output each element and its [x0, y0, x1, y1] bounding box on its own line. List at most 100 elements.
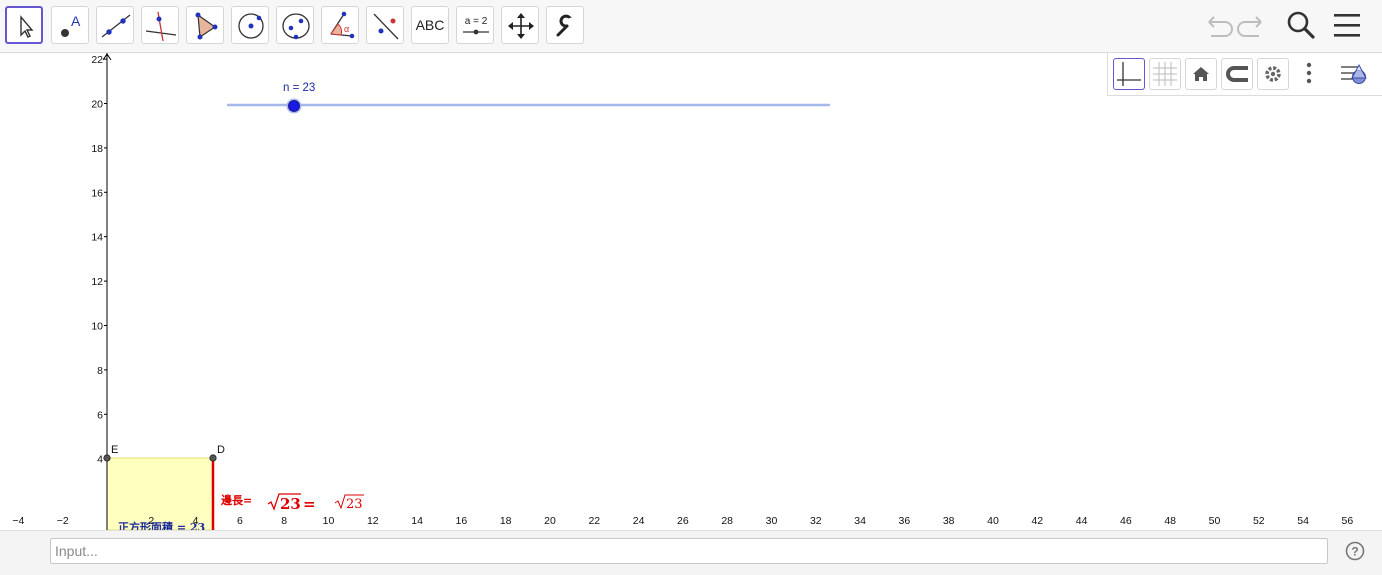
circle-center-point-icon — [238, 13, 264, 39]
reflect-about-line-icon — [373, 13, 399, 40]
svg-text:α: α — [344, 24, 349, 34]
move-arrows-icon — [508, 13, 534, 39]
y-tick-label: 16 — [91, 187, 103, 199]
x-tick-label: 52 — [1253, 515, 1265, 527]
polygon-icon — [195, 12, 218, 40]
redo-button[interactable] — [1234, 6, 1272, 44]
slider-label: n = 23 — [283, 82, 315, 94]
x-tick-label: 12 — [367, 515, 379, 527]
search-button[interactable] — [1282, 6, 1320, 44]
wrench-icon — [556, 14, 574, 37]
x-tick-label: −2 — [57, 515, 69, 527]
x-tick-label: 40 — [987, 515, 999, 527]
point-capturing-button[interactable] — [1221, 58, 1253, 90]
y-tick-label: 10 — [91, 321, 103, 333]
graphics-settings-button[interactable] — [1257, 58, 1289, 90]
point-e[interactable] — [103, 454, 111, 462]
style-bar-toggle-icon — [1341, 63, 1367, 84]
polygon-tool-button[interactable] — [186, 6, 224, 44]
main-menu-button[interactable] — [1330, 6, 1368, 44]
text-tool-button[interactable]: ABC — [411, 6, 449, 44]
axes-toggle-icon — [1117, 62, 1141, 86]
point-e-label: E — [111, 444, 118, 456]
x-tick-label: 32 — [810, 515, 822, 527]
ellipse-icon — [282, 13, 310, 40]
x-tick-label: 36 — [899, 515, 911, 527]
toolbar: A α ABC a = 2 — [0, 0, 1382, 53]
sqrt-expression-2: 23 — [334, 494, 364, 512]
help-circle-icon[interactable]: ? — [1345, 541, 1365, 561]
circle-tool-button[interactable] — [231, 6, 269, 44]
y-tick-label: 12 — [91, 276, 103, 288]
perpendicular-line-tool-button[interactable] — [141, 6, 179, 44]
undo-button[interactable] — [1198, 6, 1236, 44]
x-tick-label: 26 — [677, 515, 689, 527]
y-tick-label: 22 — [91, 54, 103, 66]
x-tick-label: 6 — [237, 515, 243, 527]
y-tick-label: 4 — [97, 454, 103, 466]
algebra-input-field[interactable] — [50, 538, 1328, 564]
line-icon — [101, 14, 131, 38]
square-area-label: 正方形面積 = 23 — [118, 520, 205, 530]
style-bar-toggle-button[interactable] — [1338, 58, 1370, 90]
standard-view-button[interactable] — [1185, 58, 1217, 90]
x-tick-label: 10 — [323, 515, 335, 527]
x-tick-label: 44 — [1076, 515, 1088, 527]
y-tick-label: 8 — [97, 365, 103, 377]
perpendicular-line-icon — [145, 11, 177, 42]
x-tick-label: 56 — [1342, 515, 1354, 527]
reflect-tool-button[interactable] — [366, 6, 404, 44]
move-tool-button[interactable] — [5, 6, 43, 44]
x-tick-label: 16 — [456, 515, 468, 527]
x-tick-label: 28 — [721, 515, 733, 527]
tools-customize-button[interactable] — [546, 6, 584, 44]
x-tick-label: 8 — [281, 515, 287, 527]
home-icon — [1193, 67, 1209, 81]
y-tick-label: 18 — [91, 143, 103, 155]
more-vertical-icon — [1306, 62, 1312, 84]
x-tick-label: 50 — [1209, 515, 1221, 527]
angle-icon: α — [330, 11, 355, 39]
axes-toggle-button[interactable] — [1113, 58, 1145, 90]
grid-toggle-button[interactable] — [1149, 58, 1181, 90]
sqrt-value-1: 23 — [280, 495, 301, 513]
x-tick-label: 54 — [1297, 515, 1309, 527]
undo-icon — [1208, 16, 1233, 37]
y-tick-label: 20 — [91, 99, 103, 111]
style-bar — [1107, 53, 1382, 96]
graphics-canvas[interactable]: 46810121416182022 −4 −2 2 4 6 8 10 12 14 16 18 20 22… — [0, 53, 1382, 530]
svg-text:?: ? — [1351, 545, 1358, 559]
x-tick-label: 38 — [943, 515, 955, 527]
cursor-arrow-icon — [20, 15, 34, 38]
point-d[interactable] — [209, 454, 217, 462]
text-icon: ABC — [415, 17, 445, 33]
point-tool-button[interactable]: A — [51, 6, 89, 44]
more-options-button[interactable] — [1295, 58, 1327, 90]
point-d-label: D — [217, 444, 225, 456]
settings-gear-icon — [1265, 66, 1281, 82]
x-tick-label: 20 — [544, 515, 556, 527]
point-icon: A — [61, 13, 81, 37]
slider-tool-button[interactable]: a = 2 — [456, 6, 494, 44]
sqrt-expression-1: 23 — [267, 493, 301, 513]
graphics-view[interactable]: 4 6 8 10 12 14 16 18 20 22 −4 −2 2 4 6 8 10 12 14 16 18 20 22… — [0, 53, 1382, 530]
angle-tool-button[interactable]: α — [321, 6, 359, 44]
redo-icon — [1237, 16, 1262, 37]
x-tick-label: 24 — [633, 515, 645, 527]
move-graphics-view-tool-button[interactable] — [501, 6, 539, 44]
line-tool-button[interactable] — [96, 6, 134, 44]
equals-sign: = — [303, 495, 316, 513]
x-tick-label: 14 — [411, 515, 423, 527]
x-tick-label: 22 — [588, 515, 600, 527]
point-capturing-icon — [1226, 66, 1248, 82]
slider-point[interactable] — [288, 100, 300, 112]
x-tick-label: 42 — [1031, 515, 1043, 527]
grid-toggle-icon — [1153, 62, 1177, 86]
ellipse-tool-button[interactable] — [276, 6, 314, 44]
x-tick-label: 46 — [1120, 515, 1132, 527]
y-tick-label: 14 — [91, 232, 103, 244]
slider-icon: a = 2 — [463, 16, 489, 35]
search-icon — [1287, 11, 1315, 39]
y-tick-label: 6 — [97, 409, 103, 421]
input-bar: ? — [0, 530, 1382, 575]
